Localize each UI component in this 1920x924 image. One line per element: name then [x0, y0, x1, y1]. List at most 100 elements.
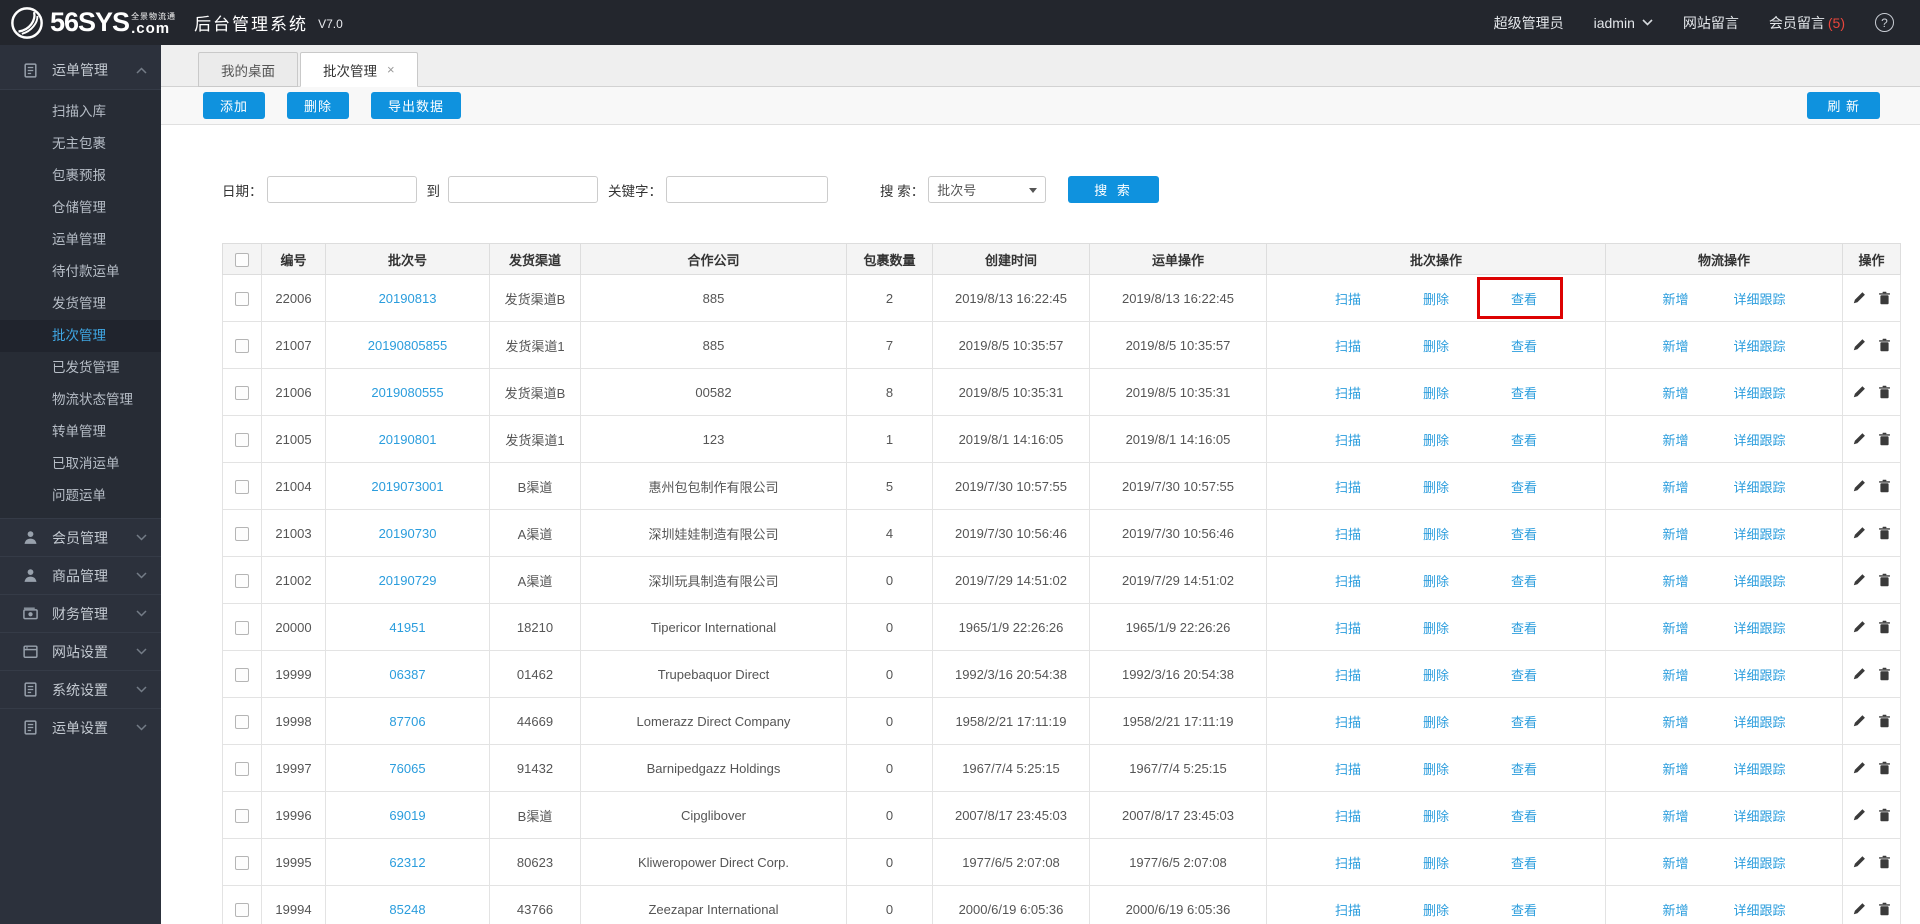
view-link[interactable]: 查看	[1511, 574, 1537, 589]
add-tracking-link[interactable]: 新增	[1662, 430, 1688, 449]
row-checkbox[interactable]	[235, 809, 249, 823]
scan-link[interactable]: 扫描	[1335, 292, 1361, 307]
scan-link[interactable]: 扫描	[1335, 527, 1361, 542]
user-menu[interactable]: iadmin	[1594, 15, 1653, 31]
delete-link[interactable]: 删除	[1423, 856, 1449, 871]
scan-link[interactable]: 扫描	[1335, 903, 1361, 918]
pencil-icon[interactable]	[1852, 479, 1866, 493]
detail-tracking-link[interactable]: 详细跟踪	[1734, 430, 1786, 449]
date-to-input[interactable]	[448, 176, 598, 203]
row-checkbox[interactable]	[235, 339, 249, 353]
delete-link[interactable]: 删除	[1423, 903, 1449, 918]
add-tracking-link[interactable]: 新增	[1662, 853, 1688, 872]
batch-no-link[interactable]: 69019	[389, 808, 425, 823]
scan-link[interactable]: 扫描	[1335, 809, 1361, 824]
add-tracking-link[interactable]: 新增	[1662, 571, 1688, 590]
sidebar-item-logistics-status-management[interactable]: 物流状态管理	[0, 384, 161, 416]
trash-icon[interactable]	[1878, 479, 1891, 493]
batch-no-link[interactable]: 20190730	[379, 526, 437, 541]
pencil-icon[interactable]	[1852, 808, 1866, 822]
date-from-input[interactable]	[267, 176, 417, 203]
detail-tracking-link[interactable]: 详细跟踪	[1734, 289, 1786, 308]
trash-icon[interactable]	[1878, 761, 1891, 775]
batch-no-link[interactable]: 2019073001	[371, 479, 443, 494]
batch-no-link[interactable]: 76065	[389, 761, 425, 776]
detail-tracking-link[interactable]: 详细跟踪	[1734, 477, 1786, 496]
sidebar-group-member-management[interactable]: 会员管理	[0, 518, 161, 556]
row-checkbox[interactable]	[235, 762, 249, 776]
detail-tracking-link[interactable]: 详细跟踪	[1734, 336, 1786, 355]
add-tracking-link[interactable]: 新增	[1662, 806, 1688, 825]
search-by-select[interactable]: 批次号	[928, 176, 1046, 203]
sidebar-item-pending-payment-waybill[interactable]: 待付款运单	[0, 256, 161, 288]
trash-icon[interactable]	[1878, 573, 1891, 587]
select-all-checkbox[interactable]	[235, 253, 249, 267]
pencil-icon[interactable]	[1852, 667, 1866, 681]
scan-link[interactable]: 扫描	[1335, 386, 1361, 401]
sidebar-item-transfer-management[interactable]: 转单管理	[0, 416, 161, 448]
trash-icon[interactable]	[1878, 667, 1891, 681]
pencil-icon[interactable]	[1852, 432, 1866, 446]
refresh-button[interactable]: 刷 新	[1807, 92, 1880, 119]
delete-link[interactable]: 删除	[1423, 809, 1449, 824]
delete-link[interactable]: 删除	[1423, 386, 1449, 401]
add-tracking-link[interactable]: 新增	[1662, 524, 1688, 543]
sidebar-item-cancelled-waybill[interactable]: 已取消运单	[0, 448, 161, 480]
batch-no-link[interactable]: 62312	[389, 855, 425, 870]
view-link[interactable]: 查看	[1511, 621, 1537, 636]
delete-link[interactable]: 删除	[1423, 480, 1449, 495]
scan-link[interactable]: 扫描	[1335, 480, 1361, 495]
scan-link[interactable]: 扫描	[1335, 433, 1361, 448]
add-tracking-link[interactable]: 新增	[1662, 665, 1688, 684]
sidebar-group-waybill-management[interactable]: 运单管理	[0, 51, 161, 89]
site-messages-link[interactable]: 网站留言	[1683, 13, 1739, 33]
add-tracking-link[interactable]: 新增	[1662, 618, 1688, 637]
search-button[interactable]: 搜 索	[1068, 176, 1159, 203]
batch-no-link[interactable]: 20190729	[379, 573, 437, 588]
trash-icon[interactable]	[1878, 808, 1891, 822]
add-tracking-link[interactable]: 新增	[1662, 712, 1688, 731]
row-checkbox[interactable]	[235, 480, 249, 494]
row-checkbox[interactable]	[235, 903, 249, 917]
trash-icon[interactable]	[1878, 291, 1891, 305]
sidebar-item-batch-management[interactable]: 批次管理	[0, 320, 161, 352]
scan-link[interactable]: 扫描	[1335, 715, 1361, 730]
sidebar-item-warehouse-management[interactable]: 仓储管理	[0, 192, 161, 224]
trash-icon[interactable]	[1878, 432, 1891, 446]
scan-link[interactable]: 扫描	[1335, 762, 1361, 777]
delete-button[interactable]: 删除	[287, 92, 349, 119]
sidebar-group-site-settings[interactable]: 网站设置	[0, 632, 161, 670]
pencil-icon[interactable]	[1852, 855, 1866, 869]
row-checkbox[interactable]	[235, 527, 249, 541]
row-checkbox[interactable]	[235, 574, 249, 588]
pencil-icon[interactable]	[1852, 291, 1866, 305]
delete-link[interactable]: 删除	[1423, 292, 1449, 307]
delete-link[interactable]: 删除	[1423, 621, 1449, 636]
detail-tracking-link[interactable]: 详细跟踪	[1734, 806, 1786, 825]
keyword-input[interactable]	[666, 176, 828, 203]
pencil-icon[interactable]	[1852, 620, 1866, 634]
add-tracking-link[interactable]: 新增	[1662, 383, 1688, 402]
batch-no-link[interactable]: 20190813	[379, 291, 437, 306]
view-link[interactable]: 查看	[1511, 292, 1537, 307]
pencil-icon[interactable]	[1852, 761, 1866, 775]
row-checkbox[interactable]	[235, 668, 249, 682]
row-checkbox[interactable]	[235, 292, 249, 306]
member-messages-link[interactable]: 会员留言(5)	[1769, 13, 1845, 33]
tab-batch-management[interactable]: 批次管理×	[300, 52, 418, 87]
sidebar-group-finance-management[interactable]: 财务管理	[0, 594, 161, 632]
trash-icon[interactable]	[1878, 526, 1891, 540]
view-link[interactable]: 查看	[1511, 668, 1537, 683]
view-link[interactable]: 查看	[1511, 386, 1537, 401]
row-checkbox[interactable]	[235, 386, 249, 400]
sidebar-item-package-forecast[interactable]: 包裹预报	[0, 160, 161, 192]
export-data-button[interactable]: 导出数据	[371, 92, 461, 119]
batch-no-link[interactable]: 2019080555	[371, 385, 443, 400]
detail-tracking-link[interactable]: 详细跟踪	[1734, 383, 1786, 402]
add-button[interactable]: 添加	[203, 92, 265, 119]
batch-no-link[interactable]: 20190805855	[368, 338, 448, 353]
help-icon[interactable]: ?	[1875, 13, 1894, 32]
add-tracking-link[interactable]: 新增	[1662, 336, 1688, 355]
sidebar-item-problem-waybill[interactable]: 问题运单	[0, 480, 161, 512]
detail-tracking-link[interactable]: 详细跟踪	[1734, 618, 1786, 637]
